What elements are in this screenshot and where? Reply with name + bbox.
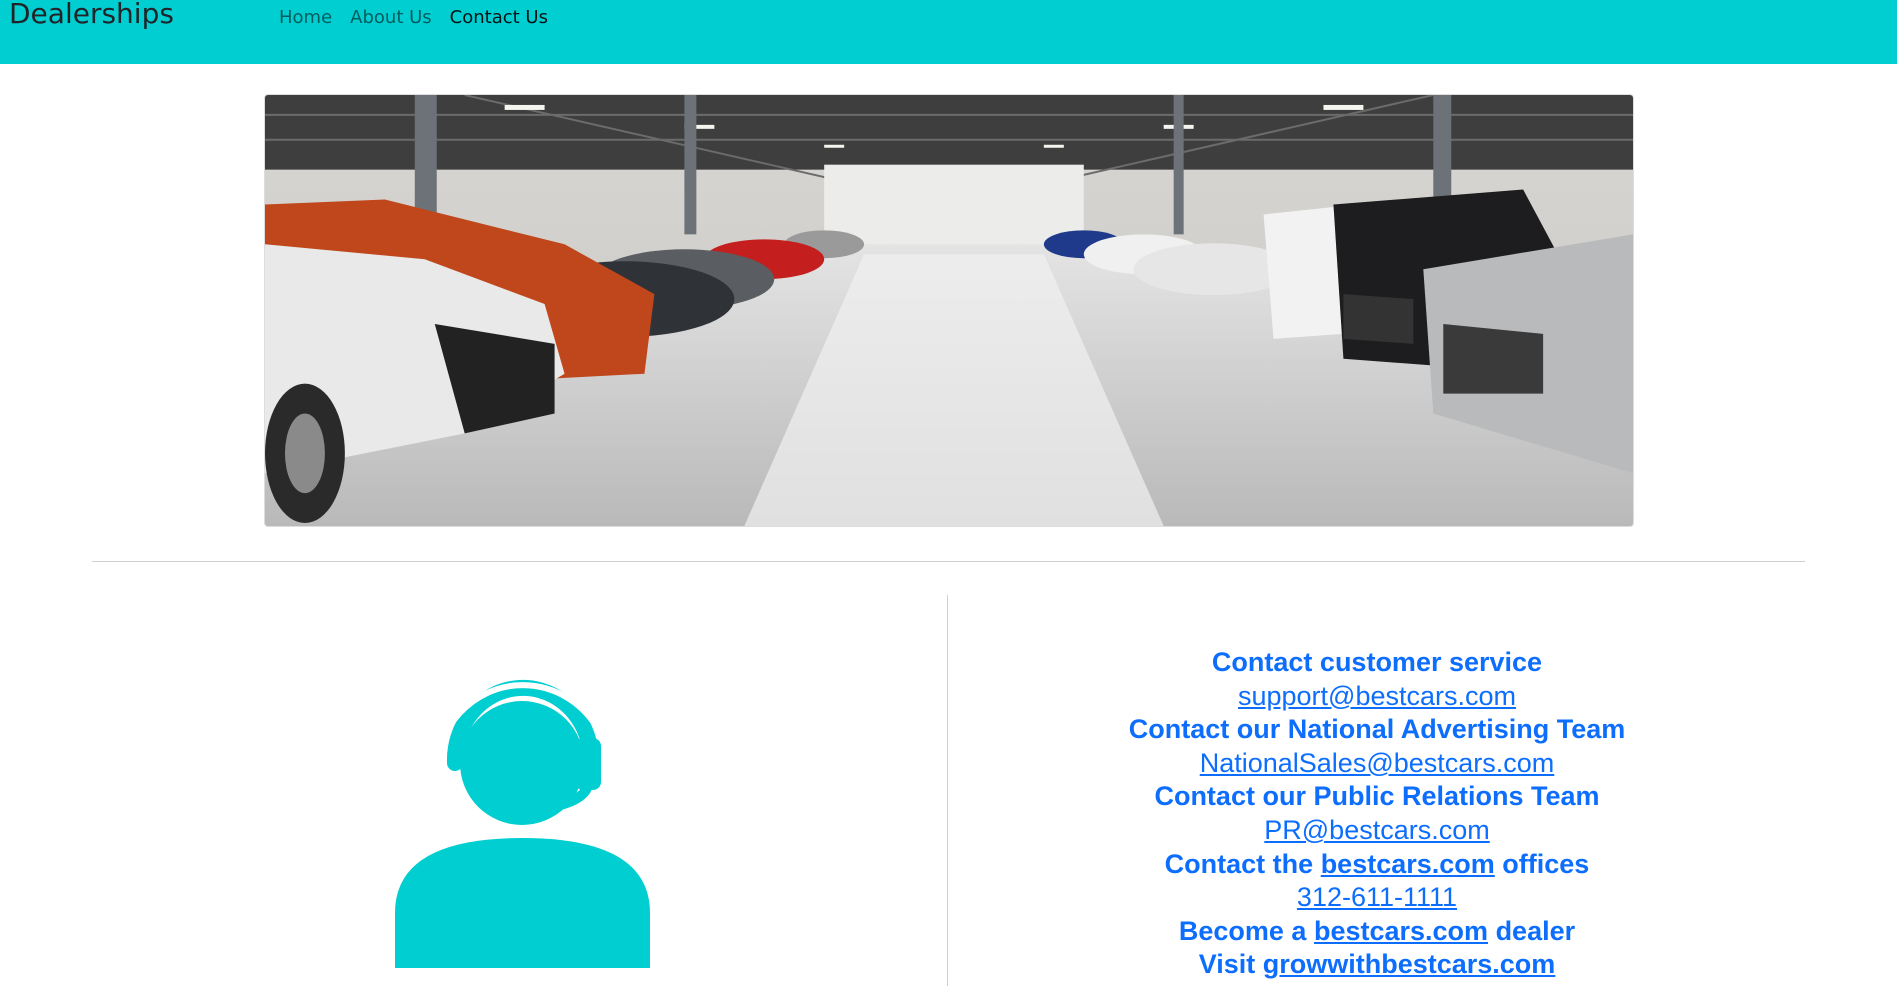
visit-heading: Visit growwithbestcars.com [1017, 948, 1737, 982]
top-navbar: Dealerships Home About Us Contact Us [0, 0, 1897, 64]
offices-phone-row: 312-611-1111 [1017, 881, 1737, 915]
dealer-suffix: dealer [1495, 915, 1576, 946]
advertising-heading: Contact our National Advertising Team [1128, 714, 1626, 745]
offices-suffix: offices [1502, 848, 1590, 879]
hero-showroom-image [264, 94, 1634, 527]
offices-phone-link[interactable]: 312-611-1111 [1297, 882, 1457, 912]
advertising-email-link[interactable]: NationalSales@bestcars.com [1200, 748, 1555, 778]
section-divider [92, 561, 1805, 562]
nav-links: Home About Us Contact Us [279, 6, 566, 30]
dealer-bestcars-link[interactable]: bestcars.com [1314, 916, 1488, 946]
advertising-email-row: NationalSales@bestcars.com [1017, 747, 1737, 781]
offices-bestcars-link[interactable]: bestcars.com [1321, 849, 1495, 879]
nav-link-about-us[interactable]: About Us [350, 6, 432, 30]
pr-heading: Contact our Public Relations Team [1154, 781, 1600, 812]
dealer-prefix: Become a [1178, 915, 1307, 946]
brand-logo-link[interactable]: Dealerships [9, 0, 174, 32]
car-dealership-showroom-photo [265, 95, 1633, 526]
customer-service-heading: Contact customer service [1211, 647, 1543, 677]
nav-link-contact-us[interactable]: Contact Us [450, 6, 548, 30]
customer-service-email-row: support@bestcars.com [1017, 680, 1737, 714]
nav-link-home[interactable]: Home [279, 6, 332, 30]
offices-heading: Contact the bestcars.com offices [1017, 848, 1737, 882]
customer-service-email-link[interactable]: support@bestcars.com [1238, 681, 1516, 711]
pr-email-link[interactable]: PR@bestcars.com [1264, 815, 1489, 845]
customer-service-agent-headset-icon [395, 668, 650, 968]
visit-growwithbestcars-link[interactable]: growwithbestcars.com [1263, 949, 1556, 979]
contact-info: Contact customer service support@bestcar… [1017, 646, 1737, 982]
visit-prefix: Visit [1198, 949, 1256, 980]
column-divider [947, 595, 948, 986]
headset-agent-icon [395, 679, 650, 968]
dealer-heading: Become a bestcars.com dealer [1017, 915, 1737, 949]
offices-prefix: Contact the [1164, 848, 1314, 879]
pr-email-row: PR@bestcars.com [1017, 814, 1737, 848]
